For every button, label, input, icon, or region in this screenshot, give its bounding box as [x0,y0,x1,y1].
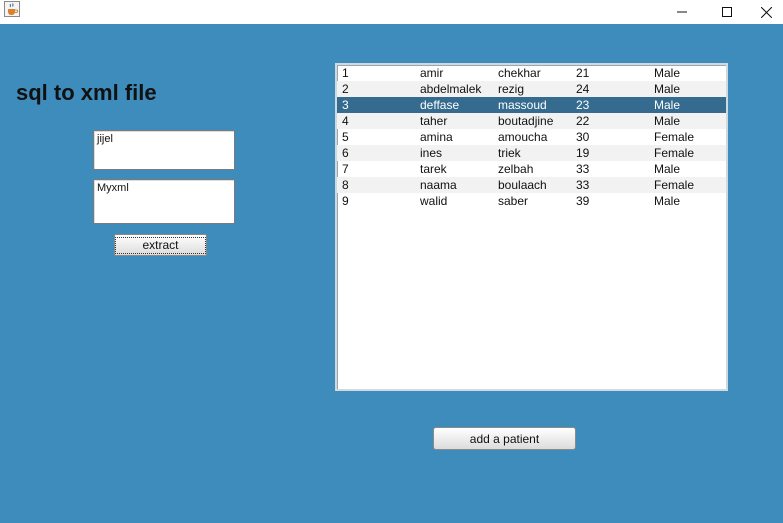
close-icon [760,6,772,18]
list-item-cell: amoucha [498,130,548,144]
page-title: sql to xml file [16,80,157,105]
maximize-icon [722,7,732,17]
list-item-cell: 4 [342,114,349,128]
list-item[interactable]: 2 abdelmalek rezig 24 Male [337,81,726,97]
close-button[interactable] [749,0,783,24]
list-item-cell: 39 [576,194,590,208]
list-item-cell: 7 [342,162,349,176]
list-item-cell: Male [654,98,681,112]
list-item-cell: Female [654,178,695,192]
list-item-cell: Male [654,82,681,96]
second-text-field[interactable]: Myxml [93,179,235,224]
first-text-field[interactable]: jijel [93,130,235,170]
list-item-cell: 6 [342,146,349,160]
add-patient-button[interactable]: add a patient [433,427,576,450]
list-item-cell: Female [654,130,695,144]
minimize-button[interactable] [659,0,705,24]
list-item-cell: 24 [576,82,590,96]
list-item-cell: Male [654,66,681,80]
list-item-cell: 2 [342,82,349,96]
patient-list[interactable]: 1 amir chekhar 21 Male 2 abdelmalek rezig 24 Male… [335,63,728,391]
minimize-icon [677,11,687,13]
list-item-cell: 9 [342,194,349,208]
list-item-cell: amir [420,66,444,80]
list-item-cell: 3 [342,98,349,112]
java-coffee-cup-icon [4,1,20,17]
list-item[interactable]: 4 taher boutadjine 22 Male [337,113,726,129]
list-item[interactable]: 8 naama boulaach 33 Female [337,177,726,193]
list-item[interactable]: 5 amina amoucha 30 Female [337,129,726,145]
list-item-cell: 22 [576,114,590,128]
list-item-cell: naama [420,178,457,192]
list-item-cell: chekhar [498,66,541,80]
list-item-cell: boutadjine [498,114,554,128]
list-item-cell: Female [654,146,695,160]
list-item-cell: saber [498,194,529,208]
list-item-cell: 8 [342,178,349,192]
list-item-cell: deffase [420,98,460,112]
list-item[interactable]: 3 deffase massoud 23 Male [337,97,726,113]
list-item-cell: rezig [498,82,525,96]
list-item-cell: Male [654,162,681,176]
list-item-cell: walid [420,194,448,208]
list-item-cell: boulaach [498,178,547,192]
list-item-cell: zelbah [498,162,534,176]
maximize-button[interactable] [704,0,750,24]
window-titlebar [0,0,783,24]
list-item-cell: 21 [576,66,590,80]
list-item-cell: 5 [342,130,349,144]
extract-button[interactable]: extract [114,234,207,256]
list-item[interactable]: 9 walid saber 39 Male [337,193,726,209]
list-item-cell: 1 [342,66,349,80]
list-item-cell: 33 [576,178,590,192]
main-panel: sql to xml file jijel Myxml extract 1 ami… [0,24,783,523]
list-item-cell: massoud [498,98,547,112]
list-item-cell: triek [498,146,521,160]
list-item[interactable]: 7 tarek zelbah 33 Male [337,161,726,177]
list-item-cell: 19 [576,146,590,160]
list-item-cell: 23 [576,98,590,112]
list-item-cell: tarek [420,162,447,176]
list-item-cell: Male [654,194,681,208]
list-item[interactable]: 6 ines triek 19 Female [337,145,726,161]
list-item-cell: taher [420,114,448,128]
list-item-cell: 30 [576,130,590,144]
list-item-cell: abdelmalek [420,82,482,96]
list-item-cell: Male [654,114,681,128]
list-item-cell: 33 [576,162,590,176]
list-item[interactable]: 1 amir chekhar 21 Male [337,65,726,81]
list-item-cell: amina [420,130,453,144]
extract-button-label: extract [115,236,206,254]
list-item-cell: ines [420,146,443,160]
